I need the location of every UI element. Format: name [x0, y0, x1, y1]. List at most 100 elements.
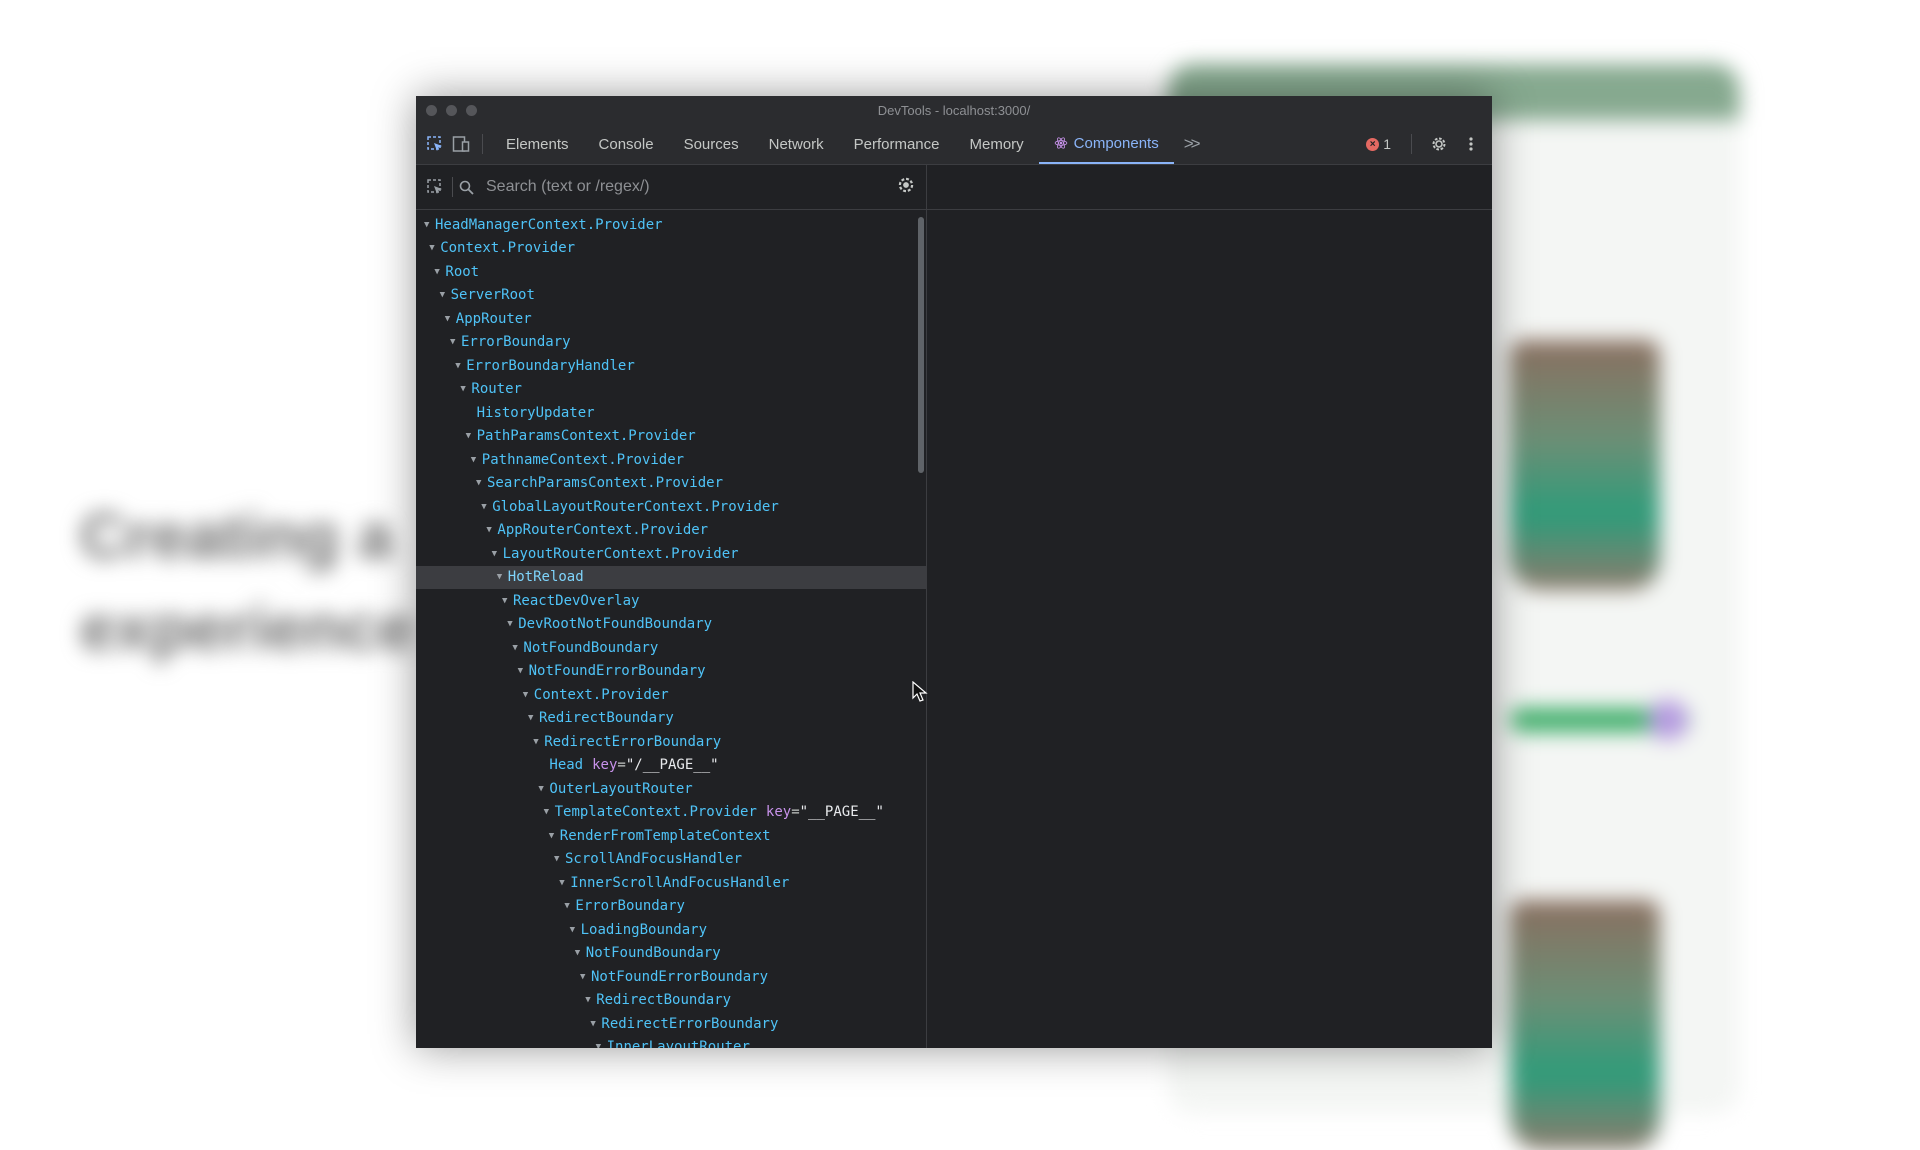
tab-performance[interactable]: Performance — [839, 124, 955, 164]
expand-arrow-icon[interactable]: ▼ — [518, 666, 529, 676]
expand-arrow-icon[interactable]: ▼ — [492, 549, 503, 559]
expand-arrow-icon[interactable]: ▼ — [580, 972, 591, 982]
expand-arrow-icon[interactable]: ▼ — [486, 525, 497, 535]
tab-network[interactable]: Network — [754, 124, 839, 164]
tree-row[interactable]: ▼ RenderFromTemplateContext — [416, 824, 926, 848]
device-toolbar-icon[interactable] — [448, 131, 474, 157]
tab-label: Network — [768, 135, 824, 153]
tree-row[interactable]: ▼ Router — [416, 378, 926, 402]
expand-arrow-icon[interactable]: ▼ — [434, 267, 445, 277]
tree-row[interactable]: ▼ RedirectErrorBoundary — [416, 1012, 926, 1036]
expand-arrow-icon[interactable]: ▼ — [460, 384, 471, 394]
tree-row[interactable]: ▼ NotFoundErrorBoundary — [416, 965, 926, 989]
tree-row[interactable]: ▼ ErrorBoundary — [416, 895, 926, 919]
expand-arrow-icon[interactable]: ▼ — [596, 1042, 607, 1048]
expand-arrow-icon[interactable]: ▼ — [533, 737, 544, 747]
tree-row[interactable]: ▼ RedirectBoundary — [416, 989, 926, 1013]
expand-arrow-icon[interactable]: ▼ — [559, 878, 570, 888]
expand-arrow-icon[interactable]: ▼ — [445, 314, 456, 324]
tree-row[interactable]: ▼ ServerRoot — [416, 284, 926, 308]
expand-arrow-icon[interactable]: ▼ — [424, 220, 435, 230]
more-options-icon[interactable] — [1458, 131, 1484, 157]
tree-row[interactable]: ▼ OuterLayoutRouter — [416, 777, 926, 801]
expand-arrow-icon[interactable]: ▼ — [440, 290, 451, 300]
tree-row[interactable]: ▼ Root — [416, 260, 926, 284]
tree-row[interactable]: ▼ LoadingBoundary — [416, 918, 926, 942]
expand-arrow-icon[interactable]: ▼ — [575, 948, 586, 958]
tree-row[interactable]: ▼ GlobalLayoutRouterContext.Provider — [416, 495, 926, 519]
tab-console[interactable]: Console — [584, 124, 669, 164]
tree-row[interactable]: ▼ HeadManagerContext.Provider — [416, 213, 926, 237]
tree-row[interactable]: ▼ NotFoundBoundary — [416, 636, 926, 660]
expand-arrow-icon[interactable]: ▼ — [512, 643, 523, 653]
tab-label: Elements — [506, 135, 569, 153]
expand-arrow-icon[interactable]: ▼ — [476, 478, 487, 488]
settings-gear-icon[interactable] — [1426, 131, 1452, 157]
select-component-icon[interactable] — [422, 174, 448, 200]
expand-arrow-icon[interactable]: ▼ — [590, 1019, 601, 1029]
double-chevron-right-icon[interactable]: >> — [1174, 134, 1208, 154]
tab-memory[interactable]: Memory — [955, 124, 1039, 164]
tree-row[interactable]: ▼ LayoutRouterContext.Provider — [416, 542, 926, 566]
tree-row[interactable]: ▼ AppRouter — [416, 307, 926, 331]
expand-arrow-icon[interactable]: ▼ — [466, 431, 477, 441]
tree-row[interactable]: ▼ AppRouterContext.Provider — [416, 519, 926, 543]
tree-row[interactable]: ▼ InnerLayoutRouter — [416, 1036, 926, 1048]
expand-arrow-icon[interactable]: ▼ — [570, 925, 581, 935]
expand-arrow-icon[interactable]: ▼ — [481, 502, 492, 512]
tab-elements[interactable]: Elements — [491, 124, 584, 164]
tree-row[interactable]: HistoryUpdater — [416, 401, 926, 425]
expand-arrow-icon[interactable]: ▼ — [538, 784, 549, 794]
expand-arrow-icon[interactable]: ▼ — [549, 831, 560, 841]
tree-row[interactable]: ▼ ErrorBoundary — [416, 331, 926, 355]
tree-row[interactable]: ▼ RedirectErrorBoundary — [416, 730, 926, 754]
tree-row[interactable]: ▼ ErrorBoundaryHandler — [416, 354, 926, 378]
component-tree[interactable]: ▼ HeadManagerContext.Provider ▼ Context.Pro… — [416, 213, 926, 1048]
search-input[interactable] — [484, 177, 848, 197]
expand-arrow-icon[interactable]: ▼ — [523, 690, 534, 700]
tab-label: Memory — [969, 135, 1024, 153]
tree-row[interactable]: ▼ ReactDevOverlay — [416, 589, 926, 613]
component-name: ScrollAndFocusHandler — [565, 851, 743, 868]
error-counter[interactable]: × 1 — [1360, 136, 1397, 152]
expand-arrow-icon[interactable]: ▼ — [471, 455, 482, 465]
tree-row[interactable]: ▼ PathnameContext.Provider — [416, 448, 926, 472]
tab-label: Console — [598, 135, 654, 153]
tree-row[interactable]: Head key = "/__PAGE__" — [416, 754, 926, 778]
expand-arrow-icon[interactable]: ▼ — [528, 713, 539, 723]
tree-row[interactable]: ▼ PathParamsContext.Provider — [416, 425, 926, 449]
panel-tabs: Elements Console Sources Network Performance… — [491, 124, 1174, 164]
tree-row[interactable]: ▼ SearchParamsContext.Provider — [416, 472, 926, 496]
tab-components[interactable]: Components — [1038, 124, 1174, 164]
tab-sources[interactable]: Sources — [669, 124, 754, 164]
tree-row[interactable]: ▼ InnerScrollAndFocusHandler — [416, 871, 926, 895]
search-settings-gear-icon[interactable] — [896, 175, 916, 200]
tree-row[interactable]: ▼ RedirectBoundary — [416, 707, 926, 731]
expand-arrow-icon[interactable]: ▼ — [544, 807, 555, 817]
expand-arrow-icon[interactable]: ▼ — [585, 995, 596, 1005]
expand-arrow-icon[interactable]: ▼ — [502, 596, 513, 606]
component-name: NotFoundErrorBoundary — [528, 663, 706, 680]
tab-label: Components — [1073, 134, 1159, 152]
expand-arrow-icon[interactable]: ▼ — [450, 337, 461, 347]
tree-row[interactable]: ▼ Context.Provider — [416, 683, 926, 707]
tree-row[interactable]: ▼ TemplateContext.Provider key = "__PAGE__" — [416, 801, 926, 825]
tree-row[interactable]: ▼ NotFoundBoundary — [416, 942, 926, 966]
expand-arrow-icon[interactable]: ▼ — [507, 619, 518, 629]
expand-arrow-icon[interactable]: ▼ — [564, 901, 575, 911]
component-name: PathParamsContext.Provider — [476, 428, 696, 445]
prop-key: key — [592, 757, 618, 774]
expand-arrow-icon[interactable]: ▼ — [455, 361, 466, 371]
expand-arrow-icon[interactable]: ▼ — [429, 243, 440, 253]
expand-arrow-icon[interactable]: ▼ — [554, 854, 565, 864]
tree-row[interactable]: ▼ ScrollAndFocusHandler — [416, 848, 926, 872]
expand-arrow-icon[interactable]: ▼ — [497, 572, 508, 582]
tree-row[interactable]: ▼ Context.Provider — [416, 237, 926, 261]
tree-scrollbar[interactable] — [918, 217, 924, 473]
tree-row[interactable]: ▼ DevRootNotFoundBoundary — [416, 613, 926, 637]
tree-row[interactable]: ▼ NotFoundErrorBoundary — [416, 660, 926, 684]
tree-row[interactable]: ▼ HotReload — [416, 565, 926, 589]
tab-label: Performance — [853, 135, 940, 153]
component-name: RenderFromTemplateContext — [559, 827, 771, 844]
inspect-element-icon[interactable] — [422, 131, 448, 157]
